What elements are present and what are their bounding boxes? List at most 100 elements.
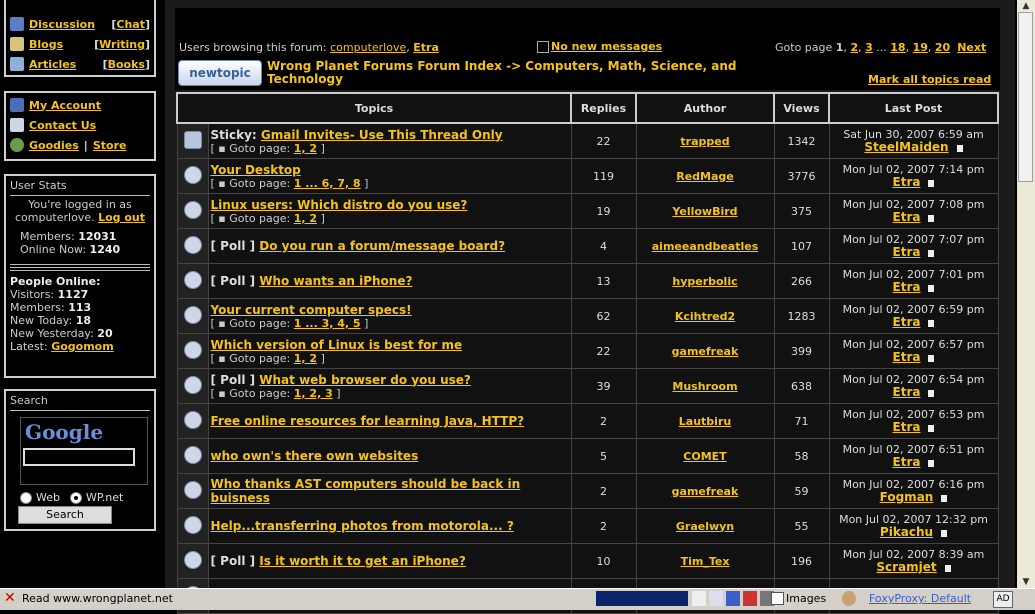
- author-link[interactable]: aimeeandbeatles: [652, 240, 759, 253]
- page-link[interactable]: 3: [865, 41, 873, 54]
- articles-link[interactable]: Articles: [29, 58, 76, 71]
- last-post-icon[interactable]: [928, 284, 935, 292]
- last-post-author[interactable]: SteelMaiden: [864, 140, 948, 154]
- last-post-icon[interactable]: [928, 249, 935, 257]
- store-link[interactable]: Store: [93, 139, 127, 152]
- last-post-icon[interactable]: [941, 529, 948, 537]
- topic-page-links[interactable]: 1 ... 6, 7, 8: [294, 177, 361, 190]
- topic-title-link[interactable]: What web browser do you use?: [259, 373, 471, 387]
- latest-member-link[interactable]: Gogomom: [51, 340, 114, 353]
- browsing-user-link[interactable]: computerlove: [330, 41, 406, 54]
- topic-page-links[interactable]: 1, 2: [294, 212, 317, 225]
- author-link[interactable]: Kcihtred2: [675, 310, 735, 323]
- images-checkbox[interactable]: [771, 592, 784, 605]
- mark-all-read-link[interactable]: Mark all topics read: [868, 73, 991, 86]
- topic-title-link[interactable]: Your current computer specs!: [211, 303, 412, 317]
- puzzle-icon[interactable]: [743, 591, 757, 606]
- scroll-down-icon[interactable]: ▼: [1017, 576, 1035, 588]
- topic-title-link[interactable]: Who wants an iPhone?: [259, 274, 412, 288]
- last-post-author[interactable]: Etra: [893, 315, 921, 329]
- topic-title-link[interactable]: Gmail Invites- Use This Thread Only: [261, 128, 503, 142]
- radio-web[interactable]: Web: [20, 491, 60, 504]
- last-post-icon[interactable]: [928, 214, 935, 222]
- topic-title-link[interactable]: who own's there own websites: [211, 449, 419, 463]
- author-link[interactable]: hyperbolic: [672, 275, 737, 288]
- last-post-icon[interactable]: [928, 179, 935, 187]
- browsing-user-link[interactable]: Etra: [413, 41, 439, 54]
- last-post-author[interactable]: Etra: [893, 210, 921, 224]
- author-link[interactable]: Mushroom: [672, 380, 737, 393]
- last-post-author[interactable]: Etra: [893, 385, 921, 399]
- author-link[interactable]: COMET: [683, 450, 726, 463]
- author-link[interactable]: trapped: [680, 135, 729, 148]
- topic-title-link[interactable]: Do you run a forum/message board?: [259, 239, 505, 253]
- topic-title-link[interactable]: Linux users: Which distro do you use?: [211, 198, 468, 212]
- last-post-author[interactable]: Etra: [893, 245, 921, 259]
- author-link[interactable]: RedMage: [676, 170, 734, 183]
- new-topic-button[interactable]: newtopic: [178, 60, 262, 86]
- last-post-icon[interactable]: [928, 319, 935, 327]
- topic-title-link[interactable]: Help...transferring photos from motorola…: [211, 519, 514, 533]
- last-post-icon[interactable]: [928, 389, 935, 397]
- page-link[interactable]: 20: [935, 41, 950, 54]
- topic-title-link[interactable]: Who thanks AST computers should be back …: [211, 477, 521, 505]
- topic-page-links[interactable]: 1, 2: [294, 352, 317, 365]
- last-post-author[interactable]: Etra: [893, 280, 921, 294]
- last-post-icon[interactable]: [941, 494, 948, 502]
- tools-icon[interactable]: [726, 591, 740, 606]
- discussion-link[interactable]: Discussion: [29, 18, 95, 31]
- page-link[interactable]: 18: [890, 41, 905, 54]
- goodies-link[interactable]: Goodies: [29, 139, 79, 152]
- next-page-link[interactable]: Next: [957, 41, 986, 54]
- contact-us-link[interactable]: Contact Us: [29, 119, 96, 132]
- logout-link[interactable]: Log out: [98, 211, 145, 224]
- topic-page-links[interactable]: 1, 2, 3: [294, 387, 333, 400]
- scroll-thumb[interactable]: [1018, 12, 1033, 182]
- last-post-author[interactable]: Etra: [893, 455, 921, 469]
- radio-wp[interactable]: WP.net: [69, 491, 123, 504]
- last-post-icon[interactable]: [944, 564, 951, 572]
- page-link[interactable]: 2: [850, 41, 858, 54]
- last-post-icon[interactable]: [956, 144, 963, 152]
- scroll-up-icon[interactable]: ▲: [1017, 0, 1035, 12]
- stop-icon[interactable]: ✕: [4, 591, 17, 605]
- vertical-scrollbar[interactable]: ▲ ▼: [1017, 0, 1035, 588]
- breadcrumb[interactable]: Wrong Planet Forums Forum Index -> Compu…: [267, 60, 737, 86]
- last-post-icon[interactable]: [928, 354, 935, 362]
- last-post-author[interactable]: Etra: [893, 420, 921, 434]
- author-link[interactable]: YellowBird: [672, 205, 737, 218]
- last-post-author[interactable]: Etra: [893, 175, 921, 189]
- author-link[interactable]: Tim_Tex: [681, 555, 730, 568]
- chat-link[interactable]: Chat: [116, 18, 145, 31]
- page-icon[interactable]: [709, 591, 723, 606]
- radio-web-button[interactable]: [20, 492, 32, 504]
- last-post-author[interactable]: Scramjet: [876, 560, 936, 574]
- page-link[interactable]: 19: [913, 41, 928, 54]
- monkey-icon[interactable]: [842, 591, 856, 606]
- topic-title-link[interactable]: Free online resources for learning Java,…: [211, 414, 525, 428]
- search-input[interactable]: [23, 448, 135, 466]
- author-link[interactable]: gamefreak: [672, 345, 739, 358]
- topic-page-links[interactable]: 1, 2: [294, 142, 317, 155]
- topic-title-link[interactable]: Is it worth it to get an iPhone?: [259, 554, 466, 568]
- author-link[interactable]: Graelwyn: [676, 520, 734, 533]
- books-link[interactable]: Books: [108, 58, 145, 71]
- last-post-icon[interactable]: [928, 459, 935, 467]
- adblock-icon[interactable]: AD: [993, 591, 1013, 608]
- writing-link[interactable]: Writing: [99, 38, 145, 51]
- topic-page-links[interactable]: 1 ... 3, 4, 5: [294, 317, 361, 330]
- my-account-link[interactable]: My Account: [29, 99, 101, 112]
- topic-title-link[interactable]: Which version of Linux is best for me: [211, 338, 463, 352]
- edit-icon[interactable]: [692, 591, 706, 606]
- author-link[interactable]: Lautbiru: [679, 415, 731, 428]
- no-new-messages-link[interactable]: No new messages: [551, 40, 662, 53]
- radio-wp-button[interactable]: [69, 492, 82, 504]
- last-post-author[interactable]: Fogman: [880, 490, 934, 504]
- topic-title-link[interactable]: Your Desktop: [211, 163, 301, 177]
- last-post-icon[interactable]: [928, 424, 935, 432]
- search-button[interactable]: Search: [18, 506, 112, 524]
- foxyproxy-status[interactable]: FoxyProxy: Default: [869, 592, 971, 605]
- last-post-author[interactable]: Etra: [893, 350, 921, 364]
- last-post-author[interactable]: Pikachu: [880, 525, 933, 539]
- blogs-link[interactable]: Blogs: [29, 38, 63, 51]
